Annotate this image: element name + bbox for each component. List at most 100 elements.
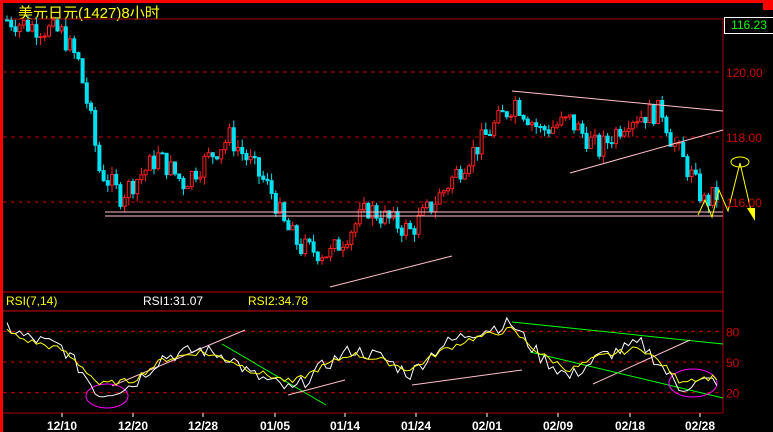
candle — [353, 221, 358, 238]
candle-body — [588, 136, 593, 149]
candle-body — [30, 24, 35, 32]
candle-body — [307, 238, 312, 243]
rsi-trend-line — [221, 343, 327, 406]
candle-body — [647, 104, 652, 124]
candle — [341, 241, 345, 258]
candle — [630, 120, 635, 137]
candle-body — [429, 201, 434, 213]
candle-body — [542, 126, 547, 131]
candle-body — [685, 156, 690, 178]
candle-body — [299, 243, 303, 255]
candle — [677, 139, 681, 151]
candle-body — [185, 186, 190, 190]
candle — [101, 164, 106, 182]
candle-body — [9, 19, 14, 28]
candle — [408, 220, 413, 230]
candle-body — [618, 128, 623, 137]
candle-body — [59, 26, 64, 32]
candle-body — [572, 114, 576, 131]
triangle-upper-line — [511, 90, 724, 112]
candle — [349, 230, 354, 251]
candle — [492, 119, 497, 138]
candle-body — [269, 180, 274, 195]
candle — [231, 120, 236, 157]
candle-body — [651, 104, 656, 125]
candle — [525, 116, 530, 126]
candle-body — [181, 177, 186, 190]
candle — [593, 128, 597, 145]
candle-body — [261, 175, 266, 180]
candle-body — [139, 174, 144, 181]
candle — [399, 224, 404, 242]
price-chart: 120.00 118.00 116.00 80 50 20 12/10 12/20 12/28 0… — [3, 14, 763, 432]
candle — [614, 126, 618, 149]
candle — [5, 15, 9, 22]
candle-body — [173, 161, 177, 175]
candle — [425, 199, 429, 210]
candle — [55, 17, 60, 33]
candle — [651, 103, 656, 126]
candle — [643, 116, 648, 129]
candle-body — [34, 24, 39, 38]
candle — [395, 207, 400, 233]
candle-body — [563, 116, 568, 119]
candle — [215, 156, 219, 161]
date-label: 02/18 — [615, 419, 645, 432]
candle-body — [89, 102, 93, 111]
candle-body — [156, 152, 161, 170]
candle — [131, 178, 135, 199]
candle-body — [114, 173, 119, 186]
candle — [559, 111, 564, 127]
candle-body — [110, 173, 114, 186]
candle-body — [593, 134, 597, 138]
candle-body — [223, 142, 228, 151]
candle — [135, 178, 140, 202]
candle-body — [378, 217, 383, 224]
candle — [357, 202, 362, 227]
candle-body — [433, 203, 438, 213]
candle — [269, 173, 274, 200]
candle-body — [101, 170, 106, 182]
candle — [257, 157, 261, 184]
candle-body — [320, 257, 324, 262]
price-tick-label: 120.00 — [726, 66, 763, 80]
date-label: 12/28 — [188, 419, 218, 432]
candle — [164, 152, 169, 180]
candle-body — [97, 144, 102, 172]
candle-body — [605, 135, 610, 144]
candle-body — [509, 115, 513, 118]
candle-body — [483, 129, 488, 135]
candle-body — [660, 99, 665, 118]
candle-body — [38, 36, 43, 39]
candle — [80, 58, 85, 84]
candle — [609, 136, 614, 149]
rsi-trend-line — [511, 321, 724, 345]
candle-body — [584, 132, 589, 149]
candle — [576, 121, 581, 131]
candle-body — [597, 134, 602, 157]
candle-body — [530, 122, 534, 126]
candle-body — [635, 121, 639, 124]
candle — [597, 132, 602, 160]
candle-body — [467, 165, 471, 174]
candle — [147, 154, 152, 171]
candle-body — [425, 201, 429, 209]
candle — [315, 250, 320, 265]
candle — [513, 96, 518, 124]
candle — [588, 130, 593, 150]
candle — [227, 123, 232, 146]
candle — [391, 206, 396, 221]
candle-body — [324, 256, 329, 259]
candle-body — [551, 126, 555, 134]
candle — [244, 149, 249, 166]
candle-body — [504, 111, 509, 118]
trend-line — [329, 255, 453, 288]
candle-body — [458, 169, 463, 180]
candle-body — [383, 210, 387, 224]
candle — [34, 16, 39, 46]
candle — [467, 163, 471, 177]
candle — [336, 236, 341, 251]
candle — [110, 166, 114, 193]
candle-body — [202, 155, 207, 178]
candle-body — [55, 19, 60, 32]
